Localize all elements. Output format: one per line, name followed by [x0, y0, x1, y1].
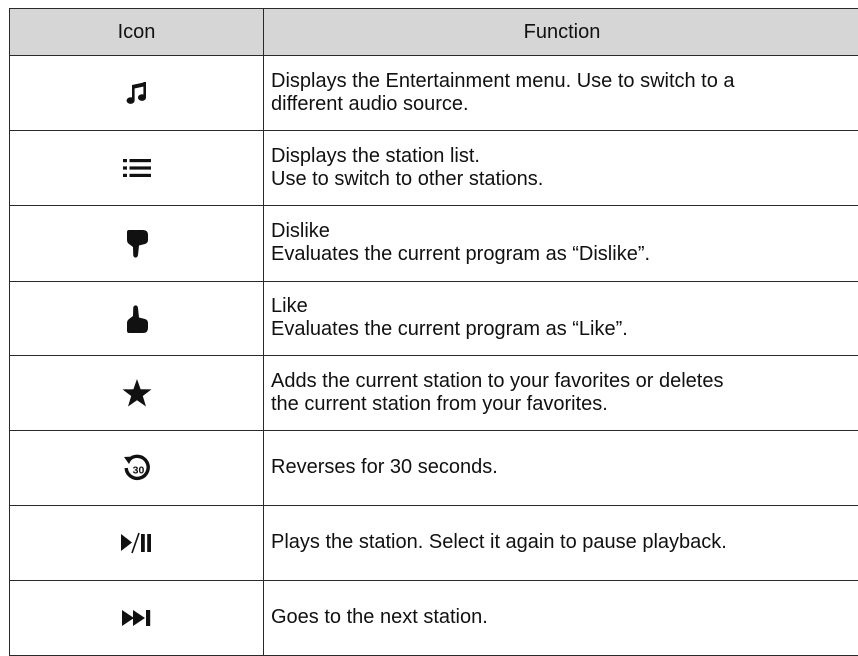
table-row: Dislike Evaluates the current program as… — [9, 205, 858, 282]
table-row: Like Evaluates the current program as “L… — [9, 281, 858, 356]
function-cell: Goes to the next station. — [263, 580, 858, 656]
list-icon — [122, 158, 151, 178]
music-note-icon — [126, 81, 148, 105]
icon-cell — [9, 281, 264, 356]
function-text-line: Goes to the next station. — [271, 606, 488, 628]
function-cell: Adds the current station to your favorit… — [263, 355, 858, 431]
function-text-line: Evaluates the current program as “Dislik… — [271, 243, 651, 265]
table-row: Goes to the next station. — [9, 580, 858, 656]
function-text-line: Plays the station. Select it again to pa… — [271, 531, 727, 553]
icon-cell — [9, 205, 264, 282]
function-text-line: Like — [271, 295, 308, 317]
thumbs-down-icon — [125, 229, 149, 258]
function-text-line: the current station from your favorites. — [271, 392, 608, 415]
thumbs-up-icon — [125, 304, 149, 333]
table-row: 30 Reverses for 30 seconds. — [9, 430, 858, 506]
icon-cell — [9, 355, 264, 431]
column-header-function: Function — [263, 8, 858, 56]
rewind-30-icon: 30 — [123, 454, 151, 482]
function-text-line: Dislike — [271, 220, 330, 242]
icon-cell — [9, 55, 264, 131]
table-row: Displays the station list. Use to switch… — [9, 130, 858, 206]
column-header-icon: Icon — [9, 8, 264, 56]
function-text-line: different audio source. — [271, 92, 469, 115]
function-cell: Reverses for 30 seconds. — [263, 430, 858, 506]
function-text-line: Reverses for 30 seconds. — [271, 456, 498, 478]
function-cell: Displays the station list. Use to switch… — [263, 130, 858, 206]
icon-cell — [9, 130, 264, 206]
icon-cell — [9, 580, 264, 656]
icon-cell — [9, 505, 264, 581]
star-icon — [122, 379, 152, 407]
function-text-line: Evaluates the current program as “Like”. — [271, 318, 628, 340]
icon-cell: 30 — [9, 430, 264, 506]
table-row: Displays the Entertainment menu. Use to … — [9, 55, 858, 131]
icon-function-table: Icon Function Displays the Entertainment… — [9, 8, 858, 656]
function-text-line: Displays the station list. — [271, 144, 480, 167]
document-page: Icon Function Displays the Entertainment… — [0, 0, 858, 656]
function-cell: Dislike Evaluates the current program as… — [263, 205, 858, 282]
function-text-line: Use to switch to other stations. — [271, 167, 544, 190]
skip-next-icon — [121, 609, 152, 627]
table-row: Adds the current station to your favorit… — [9, 355, 858, 431]
table-header-row: Icon Function — [9, 8, 858, 56]
function-cell: Plays the station. Select it again to pa… — [263, 505, 858, 581]
function-text-line: Displays the Entertainment menu. Use to … — [271, 69, 735, 92]
function-cell: Like Evaluates the current program as “L… — [263, 281, 858, 356]
rewind-30-label: 30 — [132, 464, 144, 476]
play-pause-icon — [120, 531, 153, 555]
function-cell: Displays the Entertainment menu. Use to … — [263, 55, 858, 131]
table-row: Plays the station. Select it again to pa… — [9, 505, 858, 581]
function-text-line: Adds the current station to your favorit… — [271, 369, 724, 392]
